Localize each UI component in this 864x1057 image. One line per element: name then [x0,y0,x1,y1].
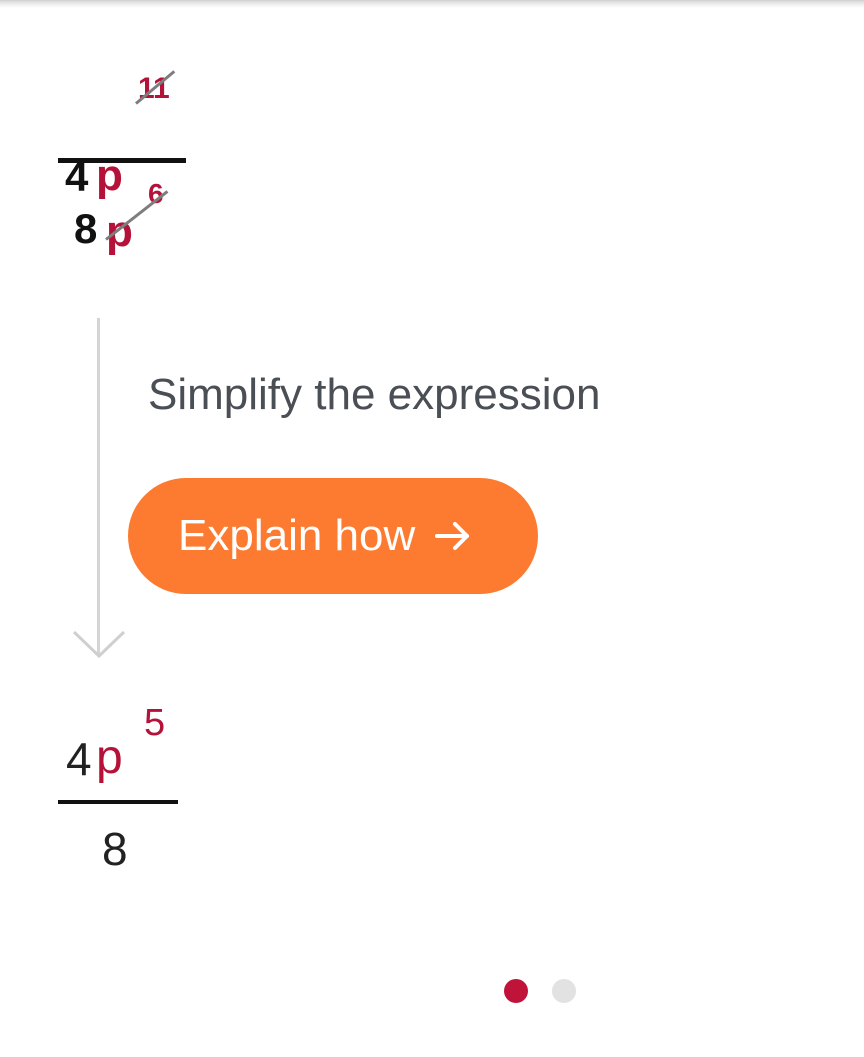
arrow-right-icon [435,522,470,550]
original-fraction: 4 p 11 8 p 6 [56,60,196,260]
result-fraction-bar [58,800,178,804]
pagination-dot-2[interactable] [552,979,576,1003]
denominator-variable: p [106,207,133,256]
pagination-dot-1[interactable] [504,979,528,1003]
explain-how-label: Explain how [178,511,416,560]
result-fraction: 4 p 5 8 [56,690,196,890]
explain-how-button[interactable]: Explain how [128,478,538,594]
result-numerator-coefficient: 4 [66,733,92,785]
result-denominator-coefficient: 8 [102,823,128,875]
step-description: Simplify the expression [148,370,601,419]
denominator-coefficient: 8 [74,205,98,252]
arrow-down-icon [72,630,126,659]
step-connector-line [97,318,100,654]
result-numerator-exponent: 5 [144,702,166,744]
top-shadow [0,0,864,8]
pagination-dots [504,979,576,1003]
fraction-bar [58,158,186,163]
result-numerator-variable: p [96,731,123,784]
step-viewer: 4 p 11 8 p 6 Simplify the expression Exp… [0,0,864,1057]
